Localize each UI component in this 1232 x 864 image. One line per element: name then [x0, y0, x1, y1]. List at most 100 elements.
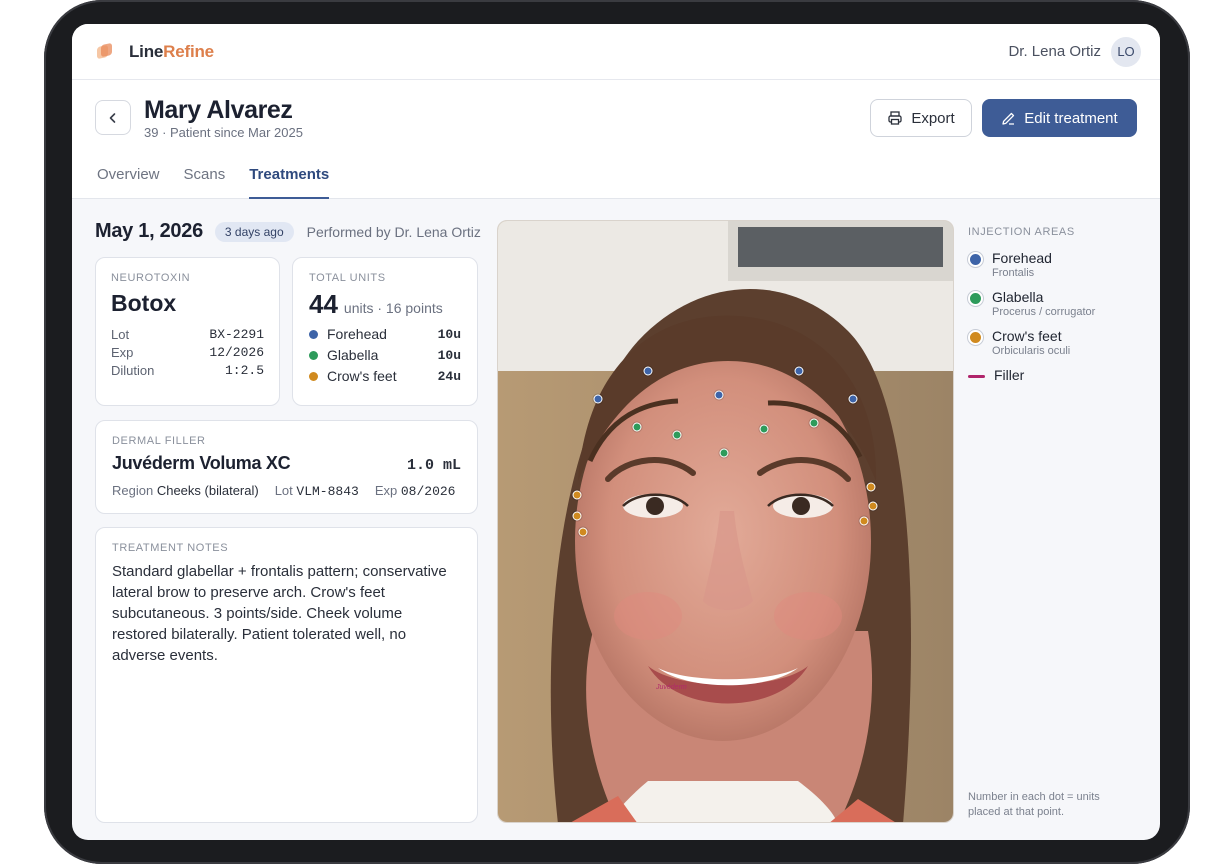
- filler-label: DERMAL FILLER: [112, 435, 206, 447]
- filler-line-icon: [968, 375, 985, 378]
- patient-photo-map[interactable]: Juvéderm: [497, 220, 954, 823]
- forehead-name: Forehead: [327, 326, 387, 342]
- performed-by: Performed by Dr. Lena Ortiz: [306, 223, 481, 240]
- exp-key: Exp: [111, 345, 134, 360]
- injection-point-forehead[interactable]: [714, 390, 724, 400]
- injection-point-forehead[interactable]: [593, 394, 603, 404]
- tab-bar: Overview Scans Treatments: [97, 164, 353, 199]
- glabella-units: 10u: [437, 347, 461, 363]
- neurotoxin-card: NEUROTOXIN Botox Lot BX-2291 Exp 12/2026 D…: [95, 257, 280, 406]
- total-units-label: TOTAL UNITS: [309, 272, 386, 284]
- legend-forehead-sub: Frontalis: [992, 267, 1035, 279]
- filler-marker-label: Juvéderm: [656, 684, 687, 691]
- face-photo: [498, 221, 953, 822]
- notes-text: Standard glabellar + frontalis pattern; …: [112, 563, 447, 664]
- filler-exp: Exp 08/2026: [375, 483, 456, 499]
- injection-point-glabella[interactable]: [759, 424, 769, 434]
- crows-feet-dot-icon: [309, 371, 318, 381]
- glabella-legend-dot-icon: [968, 291, 983, 306]
- pencil-icon: [1002, 112, 1015, 125]
- region-key: Region: [112, 483, 154, 498]
- units-row-forehead: Forehead 10u: [309, 326, 461, 342]
- filler-lot-key: Lot: [274, 483, 293, 498]
- legend-item-filler: Filler: [968, 367, 1148, 384]
- injection-areas-legend: INJECTION AREAS Forehead Frontalis Glabel…: [968, 226, 1148, 384]
- forehead-dot-icon: [309, 329, 318, 339]
- treatment-date-bar: May 1, 2026 3 days ago Performed by Dr. …: [95, 220, 481, 243]
- lot-value: BX-2291: [209, 327, 264, 342]
- brand-logo-icon: [97, 42, 113, 60]
- filler-lot: Lot VLM-8843: [275, 483, 359, 499]
- back-button[interactable]: [95, 100, 131, 135]
- injection-point-crows-feet[interactable]: [578, 527, 588, 537]
- dilution-key: Dilution: [111, 363, 155, 378]
- dilution-row: Dilution 1:2.5: [111, 363, 264, 378]
- injection-point-crows-feet[interactable]: [868, 501, 878, 511]
- legend-crows-feet-name: Crow's feet: [992, 328, 1062, 344]
- app-screen: LineRefine Dr. Lena Ortiz LO Mary Alvare…: [72, 24, 1160, 840]
- treatment-date: May 1, 2026: [95, 220, 203, 242]
- filler-exp-key: Exp: [374, 483, 398, 498]
- filler-exp-value: 08/2026: [400, 484, 456, 499]
- tab-scans[interactable]: Scans: [184, 164, 226, 199]
- injection-point-glabella[interactable]: [719, 448, 729, 458]
- filler-name: Juvéderm Voluma XC: [112, 453, 291, 473]
- top-bar: LineRefine Dr. Lena Ortiz LO: [72, 24, 1160, 80]
- patient-name: Mary Alvarez: [144, 96, 293, 124]
- treatment-notes-card: TREATMENT NOTES Standard glabellar + fro…: [95, 527, 478, 823]
- tab-treatments[interactable]: Treatments: [249, 164, 330, 199]
- user-name: Dr. Lena Ortiz: [1008, 43, 1101, 60]
- glabella-dot-icon: [309, 350, 318, 360]
- brand[interactable]: LineRefine: [97, 42, 214, 62]
- forehead-units: 10u: [437, 326, 461, 342]
- injection-point-glabella[interactable]: [632, 422, 642, 432]
- patient-header: Mary Alvarez 39 · Patient since Mar 2025…: [72, 80, 1160, 199]
- exp-row: Exp 12/2026: [111, 345, 264, 360]
- avatar[interactable]: LO: [1111, 36, 1141, 67]
- total-units-value: 44: [309, 289, 338, 319]
- glabella-name: Glabella: [327, 347, 379, 363]
- tab-overview[interactable]: Overview: [97, 164, 160, 199]
- region-value: Cheeks (bilateral): [156, 483, 259, 498]
- injection-point-forehead[interactable]: [643, 366, 653, 376]
- edit-treatment-button[interactable]: Edit treatment: [982, 99, 1137, 137]
- crows-feet-name: Crow's feet: [327, 368, 397, 384]
- injection-point-crows-feet[interactable]: [859, 516, 869, 526]
- units-row-crows-feet: Crow's feet 24u: [309, 368, 461, 384]
- total-units-card: TOTAL UNITS 44 units · 16 points Forehea…: [292, 257, 478, 406]
- export-button[interactable]: Export: [870, 99, 972, 137]
- user-menu[interactable]: Dr. Lena Ortiz LO: [1008, 36, 1141, 67]
- legend-glabella-name: Glabella: [992, 289, 1044, 305]
- crows-feet-units: 24u: [437, 368, 461, 384]
- export-label: Export: [911, 109, 955, 127]
- dilution-value: 1:2.5: [224, 363, 264, 378]
- printer-icon: [888, 111, 902, 125]
- injection-point-glabella[interactable]: [809, 418, 819, 428]
- lot-row: Lot BX-2291: [111, 327, 264, 342]
- filler-product-row: Juvéderm Voluma XC 1.0 mL: [112, 453, 461, 474]
- injection-point-crows-feet[interactable]: [572, 490, 582, 500]
- legend-crows-feet-sub: Orbicularis oculi: [992, 345, 1071, 357]
- lot-key: Lot: [111, 327, 130, 342]
- edit-treatment-label: Edit treatment: [1024, 109, 1118, 127]
- exp-value: 12/2026: [209, 345, 264, 360]
- legend-title: INJECTION AREAS: [968, 226, 1075, 238]
- injection-point-crows-feet[interactable]: [866, 482, 876, 492]
- filler-meta: Region Cheeks (bilateral) Lot VLM-8843 E…: [112, 483, 461, 499]
- legend-item-forehead: Forehead Frontalis: [968, 250, 1148, 280]
- injection-point-forehead[interactable]: [794, 366, 804, 376]
- legend-item-crows-feet: Crow's feet Orbicularis oculi: [968, 328, 1148, 358]
- injection-point-glabella[interactable]: [672, 430, 682, 440]
- filler-lot-value: VLM-8843: [296, 484, 359, 499]
- filler-volume: 1.0 mL: [406, 457, 461, 474]
- total-units-summary: 44 units · 16 points: [309, 289, 461, 320]
- patient-subtitle: 39 · Patient since Mar 2025: [144, 125, 303, 140]
- legend-glabella-sub: Procerus / corrugator: [992, 306, 1096, 318]
- injection-point-forehead[interactable]: [848, 394, 858, 404]
- brand-name: LineRefine: [129, 41, 214, 61]
- legend-note: Number in each dot = units placed at tha…: [968, 791, 1100, 818]
- forehead-legend-dot-icon: [968, 252, 983, 267]
- legend-forehead-name: Forehead: [992, 250, 1052, 266]
- injection-point-crows-feet[interactable]: [572, 511, 582, 521]
- neurotoxin-brand: Botox: [111, 290, 177, 316]
